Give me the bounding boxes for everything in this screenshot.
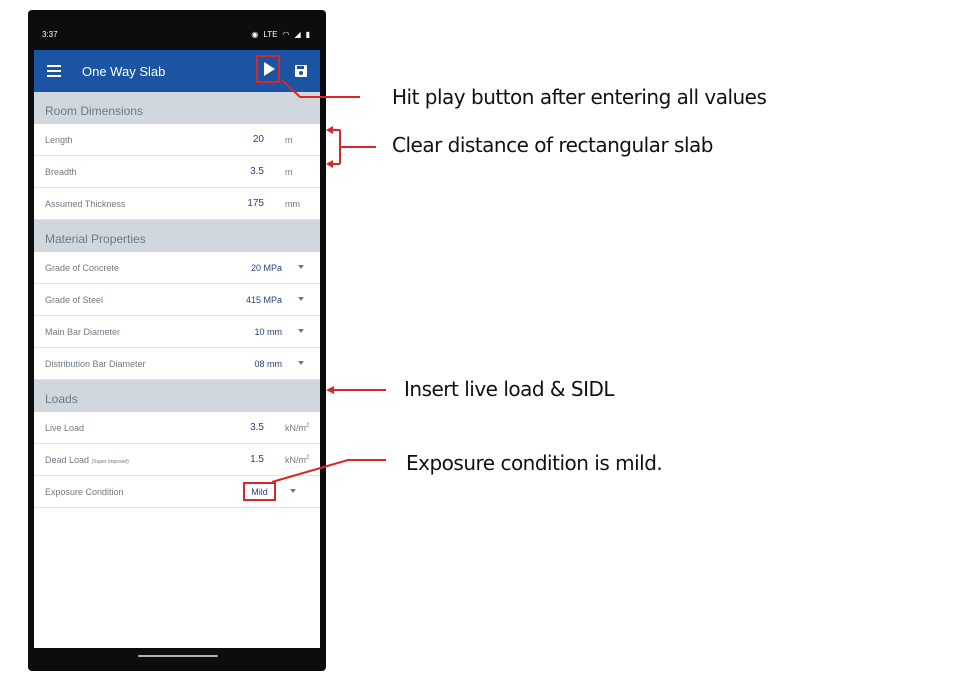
annotation-exposure: Exposure condition is mild. (406, 451, 663, 475)
annotation-loads: Insert live load & SIDL (404, 377, 615, 401)
dimension-arrowhead-top (326, 126, 333, 134)
play-callout-line (281, 79, 360, 98)
loads-arrowhead (326, 386, 334, 394)
dimension-arrowhead-bottom (326, 160, 333, 168)
annotation-play: Hit play button after entering all value… (392, 85, 767, 109)
annotation-dimensions: Clear distance of rectangular slab (392, 133, 713, 157)
exposure-callout-line (271, 459, 386, 483)
